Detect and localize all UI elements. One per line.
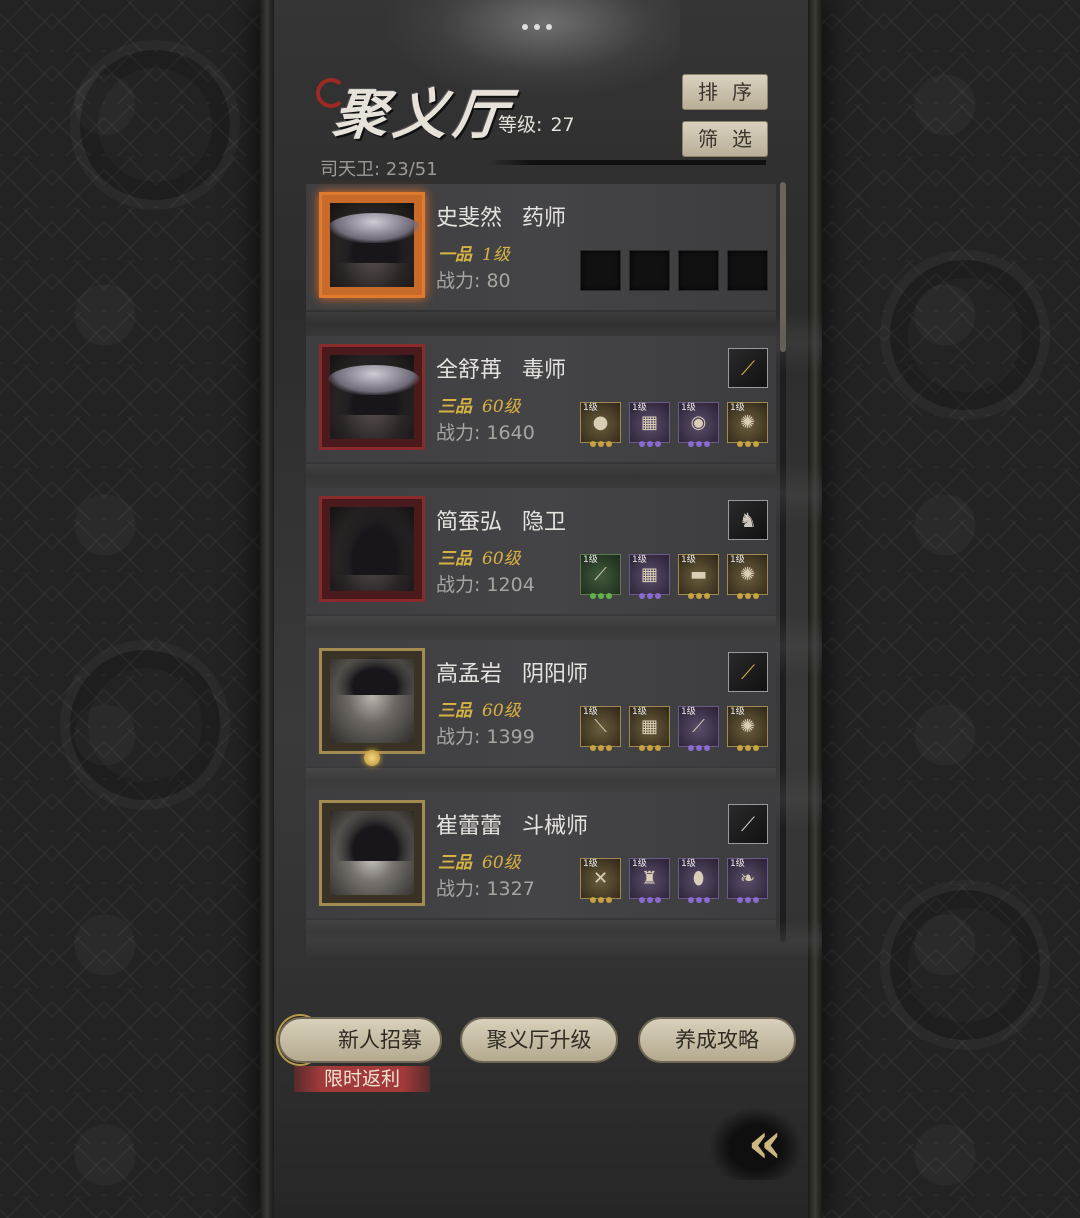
hero-role: 阴阳师 (522, 662, 589, 687)
hero-card[interactable]: 简蚕弘 隐卫 三品 60级 战力: 1204 ♞ 1级 ⟋ 1级 ▦ 1级 ▬ 1级 ✺ (306, 488, 776, 628)
panel-frame-right (808, 0, 822, 1218)
hero-power: 战力: 1640 (436, 422, 535, 444)
hero-power: 战力: 1399 (436, 726, 535, 748)
favorite-badge-icon (364, 750, 380, 766)
hero-level: 60级 (482, 549, 521, 569)
hero-power: 战力: 80 (436, 270, 511, 292)
hero-name: 高孟岩 (436, 662, 503, 687)
scroll-icon[interactable]: 1级 ▬ (678, 554, 719, 599)
hero-role: 隐卫 (522, 510, 567, 535)
hero-level: 60级 (482, 853, 521, 873)
back-arrow-icon[interactable]: « (710, 1108, 802, 1180)
hero-rank: 三品 60级 (438, 696, 521, 721)
rabbit-icon[interactable]: ♞ (728, 500, 768, 540)
page-title: 聚义厅 (330, 82, 517, 146)
sword-icon[interactable]: 1级 ⟍ (580, 706, 621, 751)
armor-icon[interactable]: 1级 ▦ (629, 706, 670, 751)
empty-slot-icon[interactable] (629, 250, 670, 291)
page-indicator (522, 24, 552, 30)
hero-portrait[interactable] (319, 496, 425, 602)
hero-power: 战力: 1204 (436, 574, 535, 596)
hero-name-role: 全舒苒 毒师 (436, 352, 566, 384)
title-underline (488, 160, 766, 165)
golden-staff-icon[interactable]: ⟋ (728, 348, 768, 388)
background-medallion (880, 250, 1050, 420)
hero-portrait[interactable] (319, 800, 425, 906)
hall-panel: 聚义厅 等级: 27 排序 筛选 司天卫: 23/51 史斐然 药师 一品 1级 战… (260, 0, 822, 1218)
jade-ornament-icon[interactable]: 1级 ✺ (727, 706, 768, 751)
hall-upgrade-button[interactable]: 聚义厅升级 (460, 1017, 618, 1063)
hero-level: 60级 (482, 701, 521, 721)
recruit-button[interactable]: 新人招募 (278, 1017, 442, 1063)
panel-frame-left (260, 0, 274, 1218)
hero-name: 崔蕾蕾 (436, 814, 503, 839)
bone-icon[interactable]: 1级 ⟋ (678, 706, 719, 751)
equipment-row: 1级 ● 1级 ▦ 1级 ◉ 1级 ✺ (580, 402, 768, 447)
guard-count: 司天卫: 23/51 (320, 159, 438, 180)
empty-slot-icon[interactable] (678, 250, 719, 291)
hero-name: 史斐然 (436, 206, 503, 231)
hero-portrait[interactable] (319, 648, 425, 754)
hero-portrait[interactable] (319, 344, 425, 450)
hero-card[interactable]: 全舒苒 毒师 三品 60级 战力: 1640 ⟋ 1级 ● 1级 ▦ 1级 ◉ 1级 ✺ (306, 336, 776, 476)
equipment-row: 1级 ⟋ 1级 ▦ 1级 ▬ 1级 ✺ (580, 554, 768, 599)
hero-rank-grade: 三品 (438, 397, 472, 417)
pot-icon[interactable]: 1级 ⬮ (678, 858, 719, 903)
hero-name-role: 崔蕾蕾 斗械师 (436, 808, 588, 840)
hero-portrait[interactable] (319, 192, 425, 298)
empty-slot-icon[interactable] (727, 250, 768, 291)
hero-rank: 三品 60级 (438, 392, 521, 417)
sort-button[interactable]: 排序 (682, 74, 768, 110)
background-medallion (60, 640, 230, 810)
equipment-row: 1级 ✕ 1级 ♜ 1级 ⬮ 1级 ❧ (580, 858, 768, 903)
hero-level: 60级 (482, 397, 521, 417)
golden-staff-icon[interactable]: ⟋ (728, 652, 768, 692)
hero-role: 斗械师 (522, 814, 589, 839)
gourd-icon[interactable]: 1级 ● (580, 402, 621, 447)
spear-icon[interactable]: ⟋ (728, 804, 768, 844)
background-medallion (70, 40, 240, 210)
equipment-row (580, 250, 768, 291)
hero-role: 毒师 (522, 358, 567, 383)
hall-level: 等级: 27 (498, 110, 575, 137)
hero-card[interactable]: 崔蕾蕾 斗械师 三品 60级 战力: 1327 ⟋ 1级 ✕ 1级 ♜ 1级 ⬮ 1级 ❧ (306, 792, 776, 932)
hero-name-role: 简蚕弘 隐卫 (436, 504, 566, 536)
hero-rank-grade: 三品 (438, 853, 472, 873)
hero-rank-grade: 三品 (438, 549, 472, 569)
hero-role: 药师 (522, 206, 567, 231)
jade-ornament-icon[interactable]: 1级 ✺ (727, 554, 768, 599)
hall-level-label: 等级: (498, 114, 543, 136)
hero-power: 战力: 1327 (436, 878, 535, 900)
blade-icon[interactable]: 1级 ⟋ (580, 554, 621, 599)
empty-slot-icon[interactable] (580, 250, 621, 291)
equipment-row: 1级 ⟍ 1级 ▦ 1级 ⟋ 1级 ✺ (580, 706, 768, 751)
hero-name-role: 史斐然 药师 (436, 200, 566, 232)
hero-rank-grade: 一品 (438, 245, 472, 265)
feather-icon[interactable]: 1级 ❧ (727, 858, 768, 903)
filter-button[interactable]: 筛选 (682, 121, 768, 157)
orb-icon[interactable]: 1级 ◉ (678, 402, 719, 447)
background-medallion (880, 880, 1050, 1050)
hero-card[interactable]: 高孟岩 阴阳师 三品 60级 战力: 1399 ⟋ 1级 ⟍ 1级 ▦ 1级 ⟋ 1级 ✺ (306, 640, 776, 780)
limited-rebate-tag[interactable]: 限时返利 (294, 1066, 430, 1092)
scrollbar[interactable] (780, 182, 786, 942)
hero-rank-grade: 三品 (438, 701, 472, 721)
hero-level: 1级 (482, 245, 510, 265)
crossbow-icon[interactable]: 1级 ✕ (580, 858, 621, 903)
hero-rank: 三品 60级 (438, 544, 521, 569)
armor-icon[interactable]: 1级 ▦ (629, 554, 670, 599)
mist-divider (306, 920, 822, 960)
growth-guide-button[interactable]: 养成攻略 (638, 1017, 796, 1063)
hero-name: 全舒苒 (436, 358, 503, 383)
hero-card[interactable]: 史斐然 药师 一品 1级 战力: 80 (306, 184, 776, 324)
robe-icon[interactable]: 1级 ♜ (629, 858, 670, 903)
armor-icon[interactable]: 1级 ▦ (629, 402, 670, 447)
jade-ornament-icon[interactable]: 1级 ✺ (727, 402, 768, 447)
hero-rank: 一品 1级 (438, 240, 510, 265)
hero-name: 简蚕弘 (436, 510, 503, 535)
hall-level-value: 27 (550, 114, 575, 136)
hero-rank: 三品 60级 (438, 848, 521, 873)
hero-name-role: 高孟岩 阴阳师 (436, 656, 588, 688)
